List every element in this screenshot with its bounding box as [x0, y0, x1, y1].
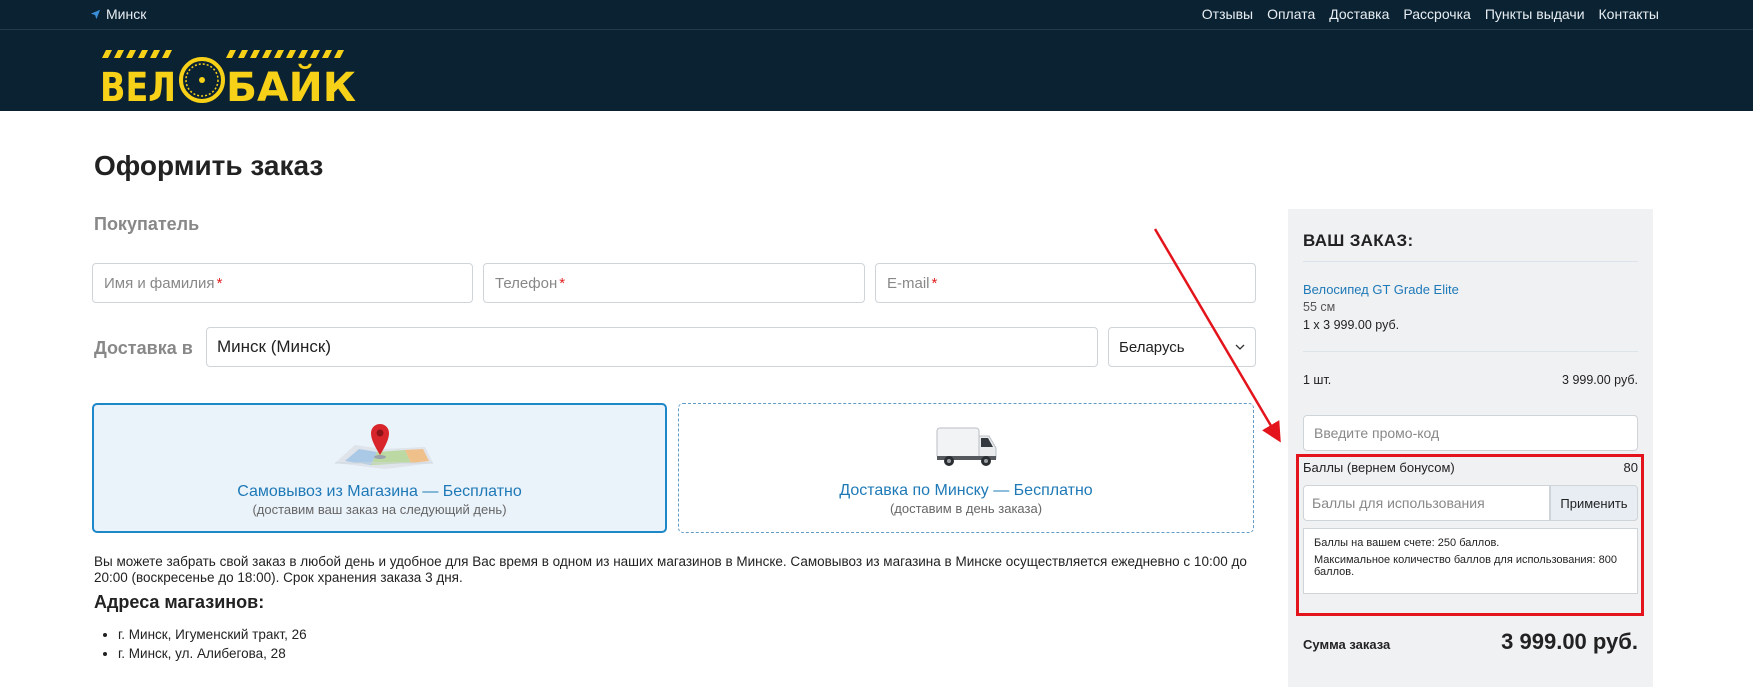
nav-reviews[interactable]: Отзывы	[1202, 6, 1253, 22]
order-count-row: 1 шт. 3 999.00 руб.	[1303, 373, 1638, 387]
bonus-max-text: Максимальное количество баллов для испол…	[1314, 554, 1617, 578]
order-count-total: 3 999.00 руб.	[1562, 373, 1638, 387]
nav-installment[interactable]: Рассрочка	[1403, 6, 1470, 22]
phone-field[interactable]: Телефон *	[483, 263, 865, 303]
pickup-option-title: Самовывоз из Магазина — Бесплатно	[237, 483, 522, 500]
top-bar: Минск Отзывы Оплата Доставка Рассрочка П…	[0, 0, 1753, 30]
address-item: г. Минск, Игуменский тракт, 26	[118, 627, 307, 642]
address-item: г. Минск, ул. Алибегова, 28	[118, 646, 307, 661]
nav-delivery[interactable]: Доставка	[1329, 6, 1389, 22]
order-summary-panel: ВАШ ЗАКАЗ: Велосипед GT Grade Elite 55 с…	[1288, 209, 1653, 687]
top-nav: Отзывы Оплата Доставка Рассрочка Пункты …	[1202, 6, 1659, 22]
location-arrow-icon	[90, 9, 101, 19]
order-count: 1 шт.	[1303, 373, 1332, 387]
order-title: ВАШ ЗАКАЗ:	[1303, 231, 1414, 250]
order-item-qty-price: 1 x 3 999.00 руб.	[1303, 318, 1400, 332]
divider	[1303, 261, 1638, 262]
bonus-value: 80	[1623, 460, 1638, 475]
nav-payment[interactable]: Оплата	[1267, 6, 1315, 22]
city-input[interactable]: Минск (Минск)	[206, 327, 1098, 367]
delivery-van-icon	[936, 427, 997, 466]
apply-bonus-button[interactable]: Применить	[1550, 485, 1638, 521]
bonus-info-box: Баллы на вашем счете: 250 баллов. Максим…	[1303, 528, 1638, 594]
svg-text:ВЕЛ: ВЕЛ	[100, 65, 176, 106]
bonus-label: Баллы (вернем бонусом)	[1303, 460, 1455, 475]
pickup-info-text: Вы можете забрать свой заказ в любой ден…	[94, 554, 1247, 585]
phone-placeholder: Телефон	[495, 274, 558, 292]
promo-code-input[interactable]: Введите промо-код	[1303, 415, 1638, 451]
order-sum-label: Сумма заказа	[1303, 637, 1391, 652]
name-field[interactable]: Имя и фамилия *	[92, 263, 473, 303]
nav-pickup-points[interactable]: Пункты выдачи	[1485, 6, 1585, 22]
required-mark: *	[931, 274, 938, 292]
map-pin-icon	[334, 424, 433, 469]
delivery-label: Доставка в	[94, 338, 193, 358]
name-placeholder: Имя и фамилия	[104, 274, 215, 292]
addresses-heading: Адреса магазинов:	[94, 592, 265, 612]
page-title: Оформить заказ	[94, 150, 324, 181]
buyer-heading: Покупатель	[94, 214, 200, 234]
order-item-size: 55 см	[1303, 300, 1336, 314]
divider	[1303, 351, 1638, 352]
email-field[interactable]: E-mail *	[875, 263, 1256, 303]
courier-option-subtitle: (доставим в день заказа)	[889, 501, 1043, 516]
order-item-link[interactable]: Велосипед GT Grade Elite	[1303, 282, 1459, 297]
velobike-logo[interactable]: ВЕЛ БАЙК	[96, 46, 361, 106]
site-header: ВЕЛ БАЙК	[0, 30, 1753, 111]
email-placeholder: E-mail	[887, 274, 930, 292]
country-select[interactable]: Беларусь	[1108, 327, 1256, 367]
courier-option[interactable]: Доставка по Минску — Бесплатно (доставим…	[678, 403, 1254, 533]
city-selector[interactable]: Минск	[90, 6, 146, 22]
required-mark: *	[216, 274, 223, 292]
bonus-points-input[interactable]: Баллы для использования	[1303, 485, 1550, 521]
city-label: Минск	[106, 6, 147, 22]
pickup-option[interactable]: Самовывоз из Магазина — Бесплатно (доста…	[92, 403, 667, 533]
order-sum-value: 3 999.00 руб.	[1501, 629, 1638, 654]
required-mark: *	[559, 274, 566, 292]
svg-text:БАЙК: БАЙК	[226, 63, 356, 106]
bonus-balance-text: Баллы на вашем счете: 250 баллов.	[1314, 537, 1500, 549]
country-value: Беларусь	[1119, 338, 1185, 356]
pickup-option-subtitle: (доставим ваш заказ на следующий день)	[252, 502, 507, 517]
chevron-down-icon	[1235, 344, 1245, 350]
courier-option-title: Доставка по Минску — Бесплатно	[839, 482, 1093, 499]
nav-contacts[interactable]: Контакты	[1599, 6, 1659, 22]
bonus-row: Баллы (вернем бонусом) 80	[1303, 460, 1638, 475]
addresses-list: г. Минск, Игуменский тракт, 26 г. Минск,…	[118, 627, 307, 665]
